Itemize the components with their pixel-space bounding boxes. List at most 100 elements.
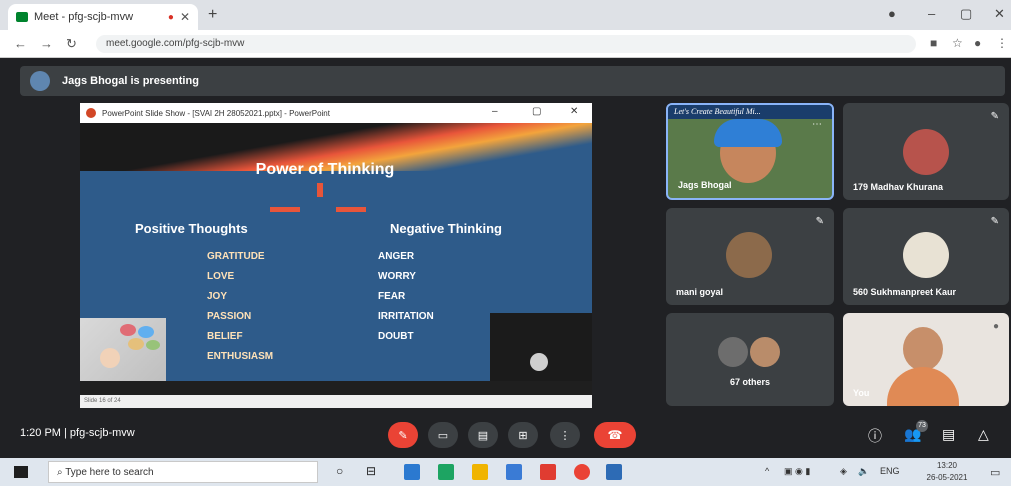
activities-icon[interactable]: △ <box>978 426 989 443</box>
minimize-icon[interactable]: – <box>928 6 935 21</box>
recording-dot-icon: ● <box>167 11 174 23</box>
volume-icon[interactable]: 🔈 <box>858 466 869 477</box>
arrow-down-icon <box>317 183 323 197</box>
shared-screen: PowerPoint Slide Show - [SVAI 2H 2805202… <box>80 103 592 408</box>
tab-close-icon[interactable]: ✕ <box>180 10 190 24</box>
maximize-icon[interactable]: ▢ <box>960 6 972 22</box>
captions-button[interactable]: ▤ <box>468 422 498 448</box>
more-options-button[interactable]: ⋮ <box>550 422 580 448</box>
avatar <box>903 129 949 175</box>
participant-name: mani goyal <box>676 287 724 297</box>
task-view-icon[interactable]: ⊟ <box>366 464 382 480</box>
positive-word: GRATITUDE <box>207 251 265 262</box>
mic-off-icon: ✎ <box>815 216 824 227</box>
negative-word: IRRITATION <box>378 311 434 322</box>
window-close-icon[interactable]: ✕ <box>994 6 1005 22</box>
participant-tile-presenter[interactable]: Let's Create Beautiful Mi... ⋯ Jags Bhog… <box>666 103 834 200</box>
store-app-icon[interactable] <box>506 464 522 480</box>
meet-stage: Jags Bhogal is presenting PowerPoint Sli… <box>0 58 1011 458</box>
participant-name: 179 Madhav Khurana <box>853 182 944 192</box>
participant-tile[interactable]: ✎ 179 Madhav Khurana <box>843 103 1009 200</box>
clock-date: 26-05-2021 <box>926 473 968 482</box>
ppt-window-title: PowerPoint Slide Show - [SVAI 2H 2805202… <box>102 108 330 118</box>
self-body <box>887 367 959 406</box>
time-and-meeting-code: 1:20 PM | pfg-scjb-mvw <box>20 427 135 439</box>
participant-name: You <box>853 388 870 398</box>
meet-favicon-icon <box>16 12 28 22</box>
others-count: 67 others <box>729 377 771 387</box>
microphone-toggle-button[interactable]: ✎ <box>388 422 418 448</box>
woman-face <box>100 348 120 368</box>
mail-app-icon[interactable] <box>404 464 420 480</box>
participant-tile-others[interactable]: 67 others <box>666 313 834 406</box>
ppt-status-bar: Slide 16 of 24 <box>80 395 592 408</box>
ppt-maximize-icon: ▢ <box>532 106 542 117</box>
edge-app-icon[interactable] <box>438 464 454 480</box>
mic-off-icon: ✎ <box>990 111 999 122</box>
camera-indicator-icon[interactable]: ■ <box>930 36 937 50</box>
thinking-man-chalkboard-image <box>490 313 592 381</box>
language-indicator[interactable]: ENG <box>880 466 900 476</box>
new-tab-button[interactable]: + <box>208 6 217 24</box>
url-field[interactable]: meet.google.com/pfg-scjb-mvw <box>96 35 916 53</box>
network-icon[interactable]: ◈ <box>840 466 847 477</box>
positive-word: PASSION <box>207 311 252 322</box>
avatar <box>718 337 748 367</box>
participant-tile[interactable]: ✎ 560 Sukhmanpreet Kaur <box>843 208 1009 305</box>
file-explorer-icon[interactable] <box>472 464 488 480</box>
presenter-avatar <box>30 71 50 91</box>
tray-chevron-icon[interactable]: ^ <box>765 466 769 476</box>
more-vert-icon: ⋮ <box>559 429 571 442</box>
chrome-icon[interactable] <box>574 464 590 480</box>
profile-icon[interactable]: ● <box>888 6 896 21</box>
tray-app-icons[interactable]: ▣ ◉ ▮ <box>784 466 810 477</box>
windows-taskbar: ⌕ Type here to search ○ ⊟ ^ ▣ ◉ ▮ ◈ 🔈 EN… <box>0 458 1011 486</box>
participant-tile-self[interactable]: ● You <box>843 313 1009 406</box>
positive-heading: Positive Thoughts <box>135 221 248 236</box>
ppt-title-bar: PowerPoint Slide Show - [SVAI 2H 2805202… <box>80 103 592 123</box>
arrow-left-icon <box>270 207 300 212</box>
taskbar-search-box[interactable]: ⌕ Type here to search <box>48 461 318 483</box>
present-icon: ⊞ <box>518 429 528 442</box>
negative-heading: Negative Thinking <box>390 221 502 236</box>
reload-icon[interactable]: ↻ <box>66 36 77 52</box>
notifications-icon[interactable]: ▭ <box>990 466 1000 479</box>
thought-bubble <box>128 338 144 350</box>
word-app-icon[interactable] <box>606 464 622 480</box>
back-icon[interactable]: ← <box>14 36 27 51</box>
end-call-button[interactable]: ☎ <box>594 422 636 448</box>
chat-icon[interactable]: ▤ <box>942 426 955 443</box>
app-icon[interactable] <box>540 464 556 480</box>
mic-off-icon: ✎ <box>990 216 999 227</box>
negative-word: FEAR <box>378 291 406 302</box>
negative-word: WORRY <box>378 271 416 282</box>
meeting-info-icon[interactable]: ⓘ <box>868 426 882 446</box>
profile-avatar-icon[interactable]: ● <box>974 36 981 50</box>
browser-menu-icon[interactable]: ⋮ <box>996 36 1008 50</box>
participant-count-badge: 73 <box>916 420 928 432</box>
thinking-woman-image <box>80 318 166 381</box>
self-face <box>903 327 943 371</box>
ppt-status-area: Slide 16 of 24 <box>80 381 592 408</box>
address-bar-row: ← → ↻ meet.google.com/pfg-scjb-mvw ■ ☆ ●… <box>0 30 1011 58</box>
participant-name: 560 Sukhmanpreet Kaur <box>853 287 957 297</box>
camera-icon: ▭ <box>437 429 449 442</box>
taskbar-clock[interactable]: 13:20 26-05-2021 <box>922 460 972 484</box>
present-button[interactable]: ⊞ <box>508 422 538 448</box>
thought-bubble <box>146 340 160 350</box>
slide: Power of Thinking Positive Thoughts Nega… <box>80 123 592 381</box>
browser-tab[interactable]: Meet - pfg-scjb-mvw ● ✕ <box>8 4 198 30</box>
camera-toggle-button[interactable]: ▭ <box>428 422 458 448</box>
participant-tile[interactable]: ✎ mani goyal <box>666 208 834 305</box>
presenting-text: Jags Bhogal is presenting <box>62 75 199 87</box>
cortana-icon[interactable]: ○ <box>336 464 352 480</box>
more-options-icon[interactable]: ● <box>993 321 999 332</box>
bookmark-star-icon[interactable]: ☆ <box>952 36 963 50</box>
avatar <box>726 232 772 278</box>
forward-icon[interactable]: → <box>40 36 53 51</box>
avatar <box>750 337 780 367</box>
negative-word: DOUBT <box>378 331 414 342</box>
phone-hangup-icon: ☎ <box>607 428 623 442</box>
turban <box>714 119 782 147</box>
windows-start-icon[interactable] <box>14 466 28 478</box>
